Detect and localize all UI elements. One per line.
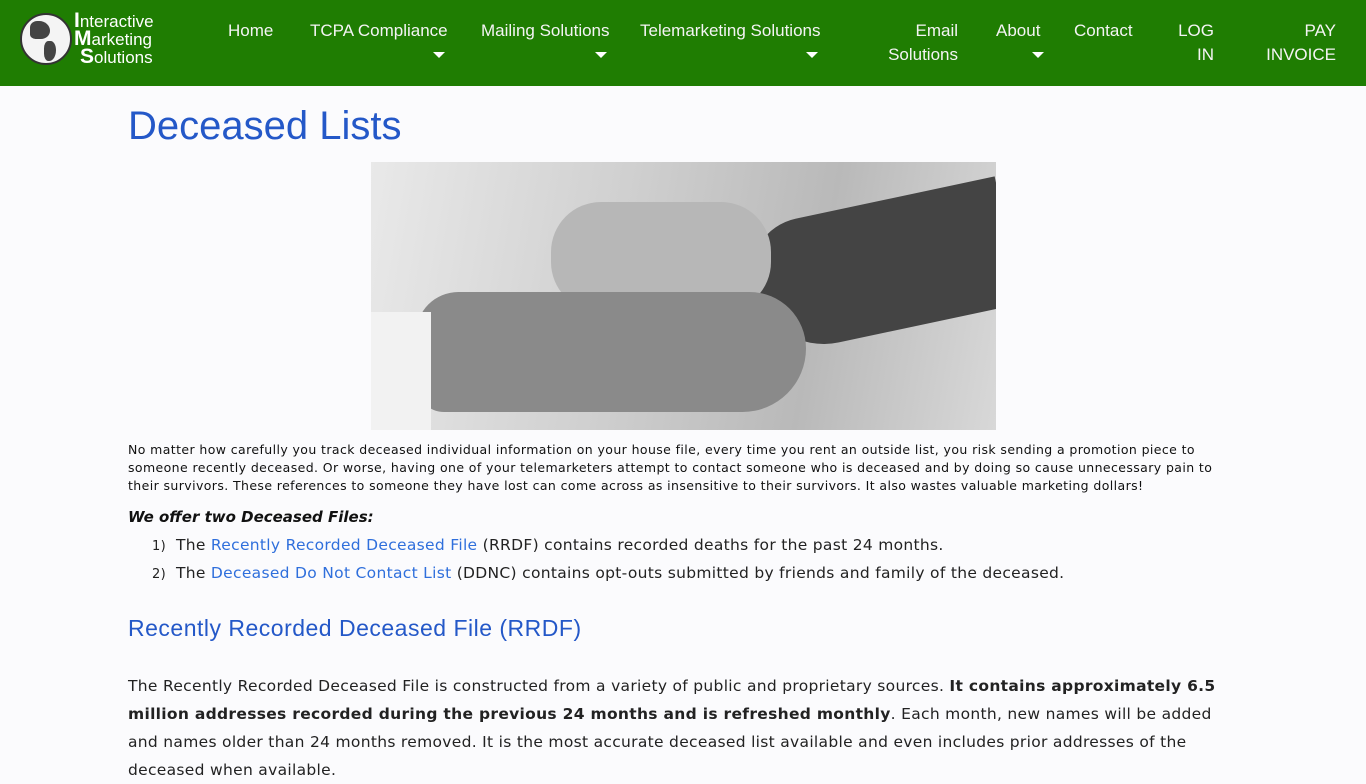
list-number: 1): [152, 539, 166, 554]
logo-letter: S: [80, 45, 95, 68]
logo-word: arketing: [91, 30, 152, 49]
offer-heading: We offer two Deceased Files:: [128, 508, 374, 526]
nav-home[interactable]: Home: [228, 19, 273, 43]
intro-paragraph: No matter how carefully you track deceas…: [128, 442, 1213, 493]
image-cuff: [371, 312, 431, 430]
nav-pay-invoice[interactable]: PAY INVOICE: [1264, 19, 1336, 67]
logo-word: olutions: [94, 48, 153, 67]
nav-about[interactable]: About: [996, 19, 1040, 43]
chevron-down-icon[interactable]: [433, 52, 445, 58]
page-title: Deceased Lists: [128, 104, 402, 148]
top-navbar: Interactive Marketing Solutions Home TCP…: [0, 0, 1366, 86]
ddnc-link[interactable]: Deceased Do Not Contact List: [211, 564, 452, 582]
globe-icon: [20, 13, 72, 65]
list-text: (DDNC) contains opt-outs submitted by fr…: [451, 564, 1065, 582]
nav-telemarketing-solutions[interactable]: Telemarketing Solutions: [640, 19, 820, 43]
nav-contact[interactable]: Contact: [1074, 19, 1133, 43]
chevron-down-icon[interactable]: [806, 52, 818, 58]
image-hand: [416, 292, 806, 412]
list-item: 1) The Recently Recorded Deceased File (R…: [152, 536, 944, 554]
list-number: 2): [152, 567, 166, 582]
rrdf-paragraph: The Recently Recorded Deceased File is c…: [128, 672, 1238, 784]
list-text: The: [175, 564, 211, 582]
logo[interactable]: Interactive Marketing Solutions: [20, 10, 154, 68]
chevron-down-icon[interactable]: [1032, 52, 1044, 58]
hands-image: [371, 162, 996, 430]
nav-log-in[interactable]: LOG IN: [1172, 19, 1214, 67]
nav-email-solutions[interactable]: Email Solutions: [880, 19, 958, 67]
section-title: Recently Recorded Deceased File (RRDF): [128, 615, 582, 641]
list-text: (RRDF) contains recorded deaths for the …: [477, 536, 944, 554]
logo-text: Interactive Marketing Solutions: [74, 10, 154, 68]
nav-tcpa-compliance[interactable]: TCPA Compliance: [310, 19, 448, 43]
chevron-down-icon[interactable]: [595, 52, 607, 58]
rrdf-link[interactable]: Recently Recorded Deceased File: [211, 536, 477, 554]
list-text: The: [175, 536, 211, 554]
body-text: The Recently Recorded Deceased File is c…: [128, 677, 950, 695]
nav-mailing-solutions[interactable]: Mailing Solutions: [481, 19, 610, 43]
list-item: 2) The Deceased Do Not Contact List (DDNC…: [152, 564, 1064, 582]
